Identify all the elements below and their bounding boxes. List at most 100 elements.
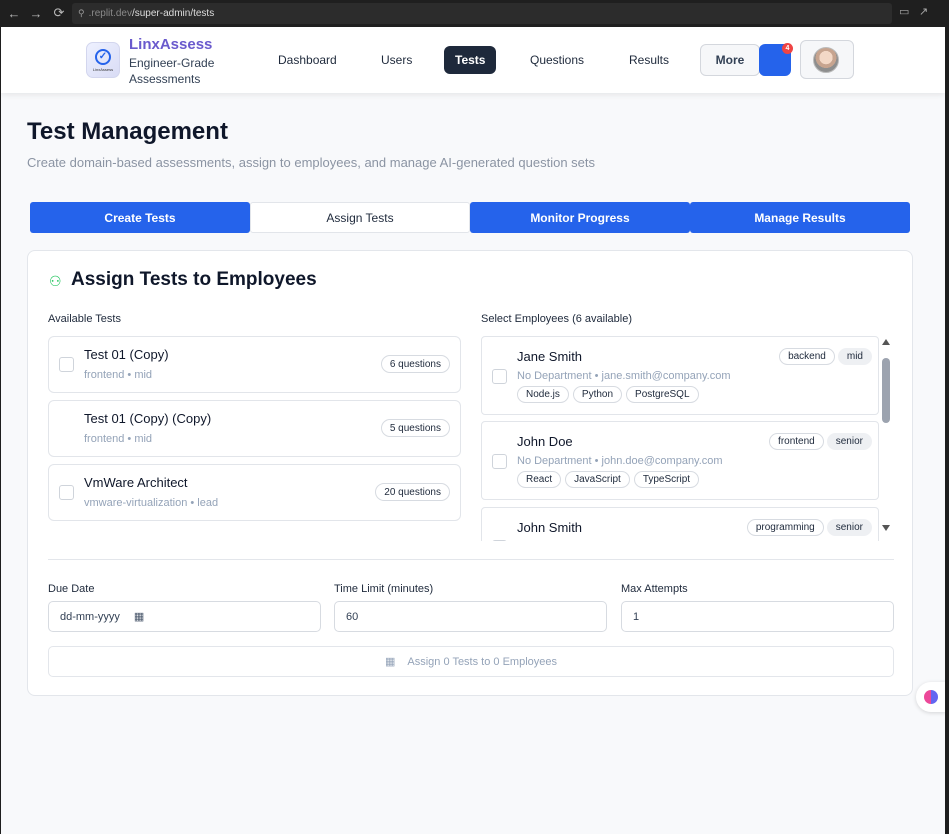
open-external-icon[interactable]: ↗	[919, 5, 928, 18]
divider	[48, 559, 894, 560]
question-count-badge: 20 questions	[375, 483, 450, 501]
url-path: /super-admin/tests	[131, 8, 215, 19]
employee-item[interactable]: John Doe No Department • john.doe@compan…	[481, 421, 879, 500]
max-attempts-field[interactable]: 1	[621, 601, 894, 632]
employee-list[interactable]: Jane Smith No Department • jane.smith@co…	[481, 336, 879, 541]
available-tests-label: Available Tests	[48, 313, 121, 325]
skill-chip: TypeScript	[633, 471, 700, 488]
employee-checkbox[interactable]	[492, 540, 507, 541]
cast-icon[interactable]: ▭	[899, 5, 909, 18]
skill-list: Node.js Python PostgreSQL	[517, 386, 699, 403]
assign-button[interactable]: ▦ Assign 0 Tests to 0 Employees	[48, 646, 894, 677]
brand-name[interactable]: LinxAssess	[129, 36, 212, 53]
calendar-icon[interactable]: ▦	[134, 610, 144, 623]
employee-meta: No Department • jane.smith@company.com	[517, 370, 731, 382]
page-viewport: ✓ LinxAssess LinxAssess Engineer-Grade A…	[1, 27, 945, 834]
test-checkbox[interactable]	[59, 485, 74, 500]
tab-create-tests[interactable]: Create Tests	[30, 202, 250, 233]
scroll-up-icon[interactable]	[882, 339, 890, 345]
page-subtitle: Create domain-based assessments, assign …	[27, 155, 596, 170]
assign-button-label: Assign 0 Tests to 0 Employees	[407, 655, 557, 668]
reload-icon[interactable]: ⟳	[49, 3, 69, 23]
logo[interactable]: ✓ LinxAssess	[86, 42, 120, 78]
test-checkbox[interactable]	[59, 357, 74, 372]
level-badge: senior	[826, 519, 872, 536]
employee-tags: backend mid	[779, 348, 872, 365]
assign-card: ⚇ Assign Tests to Employees Available Te…	[27, 250, 913, 696]
question-count-badge: 6 questions	[380, 355, 450, 373]
employee-name: Jane Smith	[517, 349, 583, 364]
scroll-down-icon[interactable]	[882, 525, 890, 531]
brain-icon	[924, 690, 938, 704]
users-icon: ⚇	[49, 273, 62, 289]
skill-chip: JavaScript	[565, 471, 630, 488]
time-limit-label: Time Limit (minutes)	[334, 583, 434, 595]
test-name: Test 01 (Copy)	[84, 347, 169, 362]
employee-checkbox[interactable]	[492, 454, 507, 469]
employee-tags: programming senior	[746, 519, 872, 536]
address-bar[interactable]: ⚲ .replit.dev /super-admin/tests	[72, 3, 892, 24]
skill-chip: Python	[572, 386, 623, 403]
checkmark-icon: ✓	[95, 48, 111, 65]
employee-item[interactable]: Jane Smith No Department • jane.smith@co…	[481, 336, 879, 415]
logo-text: LinxAssess	[92, 66, 114, 72]
test-name: VmWare Architect	[84, 475, 188, 490]
time-limit-value: 60	[346, 610, 359, 623]
employee-name: John Smith	[517, 520, 583, 535]
back-arrow-icon[interactable]: ←	[4, 3, 24, 23]
nav-users[interactable]: Users	[370, 46, 423, 74]
nav-results[interactable]: Results	[618, 46, 680, 74]
more-button[interactable]: More	[700, 44, 760, 76]
skill-chip: React	[517, 471, 562, 488]
level-badge: mid	[837, 348, 872, 365]
page-title: Test Management	[27, 118, 228, 145]
ai-assistant-button[interactable]	[916, 682, 945, 712]
forward-arrow-icon[interactable]: →	[26, 3, 46, 23]
nav-dashboard[interactable]: Dashboard	[267, 46, 348, 74]
select-employees-label: Select Employees (6 available)	[481, 313, 633, 325]
card-title: Assign Tests to Employees	[71, 269, 317, 290]
level-badge: senior	[826, 433, 872, 450]
notification-badge: 4	[782, 43, 793, 54]
app-header: ✓ LinxAssess LinxAssess Engineer-Grade A…	[1, 27, 945, 93]
test-meta: frontend • mid	[84, 369, 153, 381]
due-date-placeholder: dd-mm-yyyy	[60, 610, 120, 623]
employee-checkbox[interactable]	[492, 369, 507, 384]
employee-meta: No Department • john.doe@company.com	[517, 455, 723, 467]
max-attempts-value: 1	[633, 610, 640, 623]
tab-assign-tests[interactable]: Assign Tests	[250, 202, 470, 233]
scroll-thumb[interactable]	[882, 358, 890, 423]
due-date-field[interactable]: dd-mm-yyyy ▦	[48, 601, 321, 632]
calendar-icon: ▦	[384, 656, 396, 668]
url-domain: .replit.dev	[88, 8, 132, 19]
window-edge	[945, 27, 949, 834]
test-item[interactable]: VmWare Architect vmware-virtualization •…	[48, 464, 461, 521]
test-item[interactable]: Test 01 (Copy) frontend • mid 6 question…	[48, 336, 461, 393]
profile-button[interactable]	[800, 40, 854, 79]
nav-questions[interactable]: Questions	[519, 46, 595, 74]
avatar	[813, 47, 839, 73]
role-badge: frontend	[769, 433, 824, 450]
question-count-badge: 5 questions	[380, 419, 450, 437]
role-badge: programming	[746, 519, 824, 536]
test-item[interactable]: Test 01 (Copy) (Copy) frontend • mid 5 q…	[48, 400, 461, 457]
due-date-label: Due Date	[48, 583, 95, 595]
test-meta: frontend • mid	[84, 433, 153, 445]
skill-list: React JavaScript TypeScript	[517, 471, 700, 488]
nav-tests[interactable]: Tests	[444, 46, 497, 74]
test-name: Test 01 (Copy) (Copy)	[84, 411, 212, 426]
browser-toolbar: ← → ⟳ ⚲ .replit.dev /super-admin/tests ▭…	[0, 0, 949, 27]
skill-chip: Node.js	[517, 386, 569, 403]
employee-item[interactable]: John Smith programming senior	[481, 507, 879, 541]
max-attempts-label: Max Attempts	[621, 583, 688, 595]
skill-chip: PostgreSQL	[626, 386, 699, 403]
employee-scrollbar[interactable]	[879, 336, 893, 541]
employee-tags: frontend senior	[769, 433, 872, 450]
employee-name: John Doe	[517, 434, 573, 449]
tab-monitor-progress[interactable]: Monitor Progress	[470, 202, 690, 233]
site-info-icon[interactable]: ⚲	[78, 8, 85, 19]
test-meta: vmware-virtualization • lead	[84, 497, 219, 509]
time-limit-field[interactable]: 60	[334, 601, 607, 632]
tab-manage-results[interactable]: Manage Results	[690, 202, 910, 233]
brand-tagline: Engineer-Grade Assessments	[129, 56, 215, 86]
